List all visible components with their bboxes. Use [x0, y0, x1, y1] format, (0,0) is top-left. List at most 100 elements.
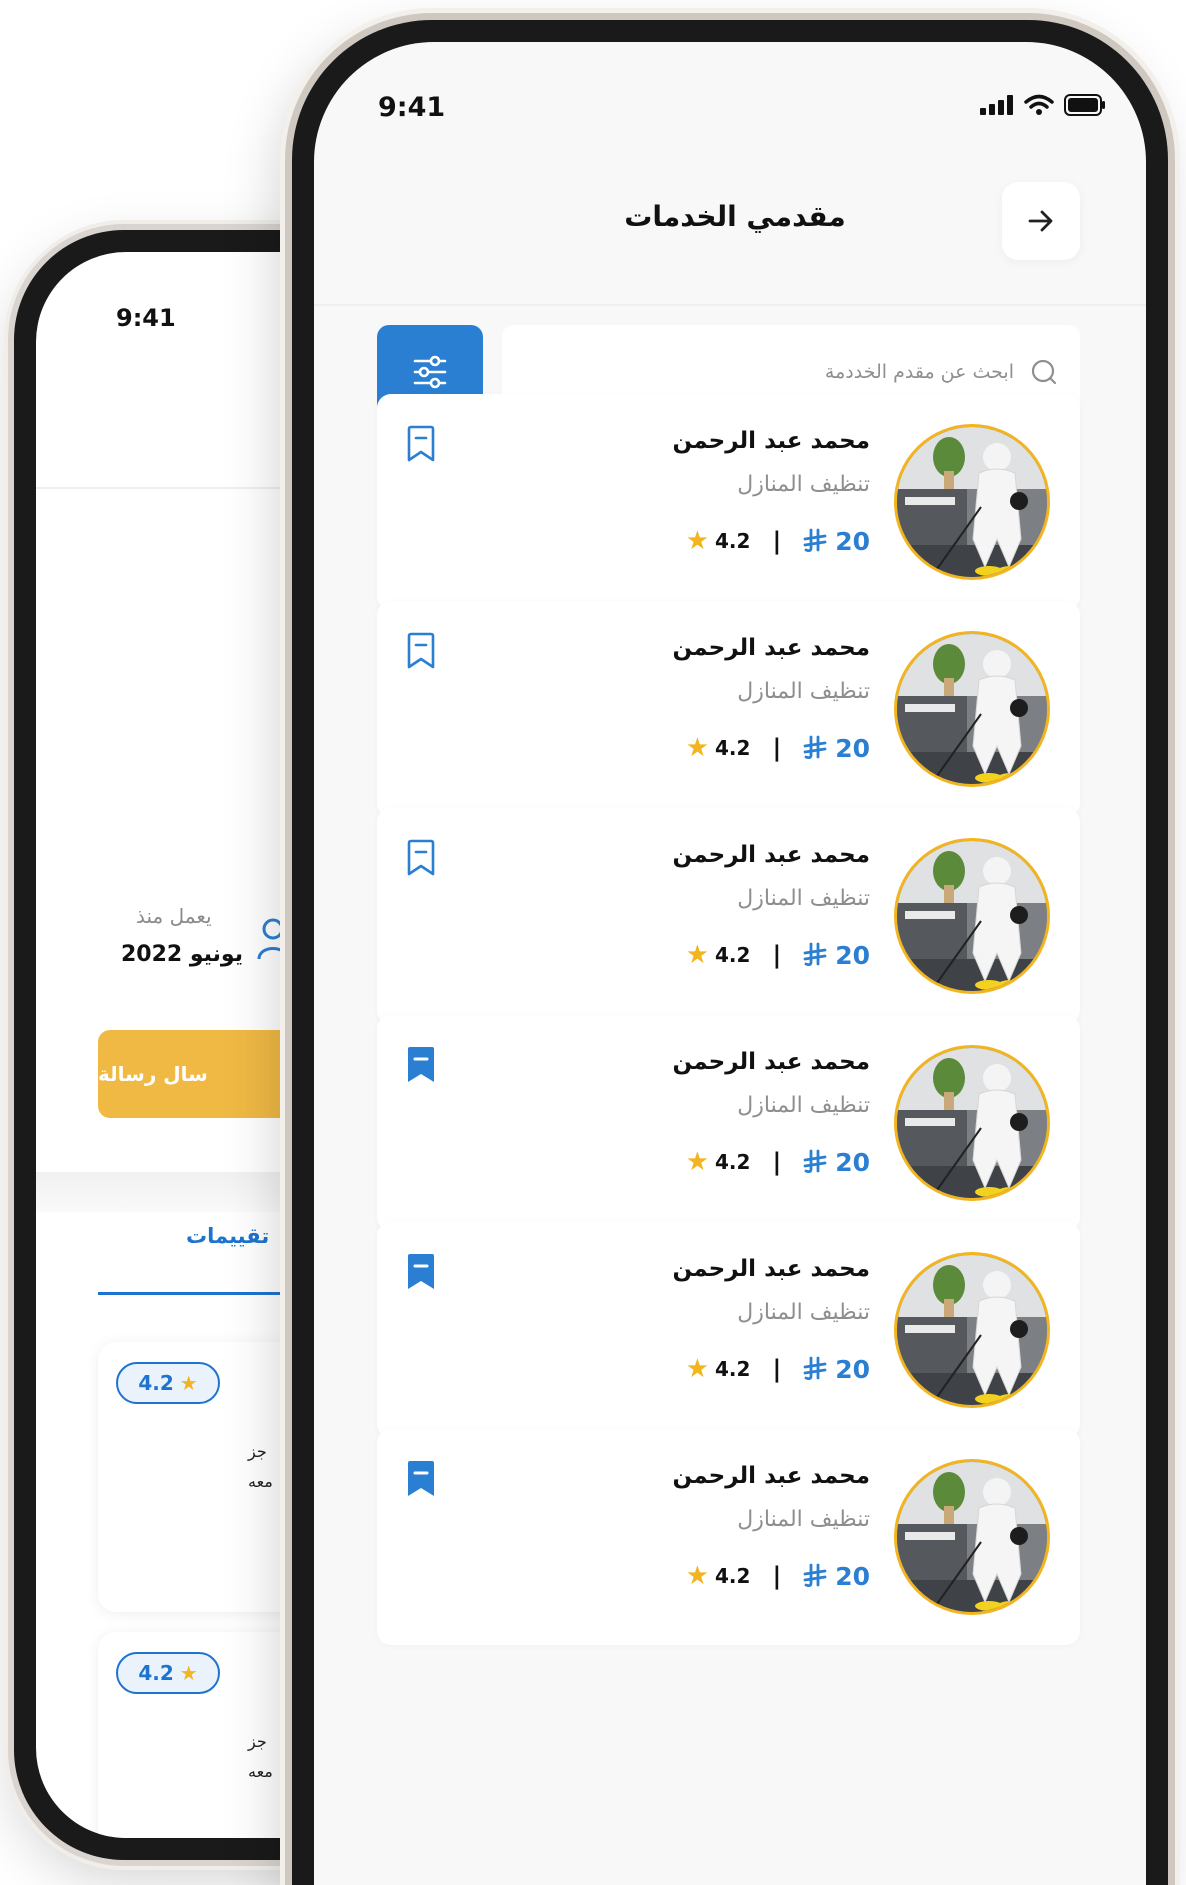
provider-photo — [897, 427, 1047, 577]
star-icon: ★ — [179, 1371, 198, 1395]
provider-rating: ★ 4.2 — [686, 1561, 751, 1591]
price-value: 20 — [835, 1147, 870, 1177]
provider-price: 20 — [803, 1148, 870, 1177]
provider-photo — [897, 1255, 1047, 1405]
status-icons — [980, 94, 1106, 116]
review-rating-badge: 4.2 ★ — [116, 1652, 220, 1694]
working-since-value: يونيو 2022 — [121, 942, 243, 967]
provider-name: محمد عبد الرحمن — [672, 1049, 870, 1075]
wifi-icon — [1024, 94, 1054, 115]
filter-sliders-icon — [413, 355, 447, 389]
provider-photo — [897, 1048, 1047, 1198]
provider-rating: ★ 4.2 — [686, 1147, 751, 1177]
front-phone-screen: 9:41 مقدمي الخدمات ابحث عن مقدم الخددمة … — [314, 42, 1146, 1885]
bookmark-icon[interactable] — [403, 1045, 439, 1085]
review-text-line: معه — [248, 1762, 273, 1781]
riyal-icon — [803, 1356, 827, 1381]
provider-meta: ★ 4.2 | 20 — [686, 733, 870, 763]
front-phone-frame: 9:41 مقدمي الخدمات ابحث عن مقدم الخددمة … — [292, 20, 1168, 1885]
provider-card[interactable]: محمد عبد الرحمن تنظيف المنازل ★ 4.2 | 20 — [377, 1015, 1080, 1231]
provider-photo — [897, 634, 1047, 784]
review-rating-badge: 4.2 ★ — [116, 1362, 220, 1404]
provider-card[interactable]: محمد عبد الرحمن تنظيف المنازل ★ 4.2 | 20 — [377, 394, 1080, 610]
riyal-icon — [803, 1563, 827, 1588]
provider-rating: ★ 4.2 — [686, 733, 751, 763]
provider-price: 20 — [803, 734, 870, 763]
rating-value: 4.2 — [715, 529, 751, 553]
user-icon — [257, 918, 289, 960]
review-text-line: جز — [248, 1732, 267, 1751]
review-text-line: جز — [248, 1442, 267, 1461]
provider-price: 20 — [803, 941, 870, 970]
review-rating-value: 4.2 — [138, 1371, 174, 1395]
riyal-icon — [803, 528, 827, 553]
star-icon: ★ — [685, 733, 709, 763]
search-input[interactable] — [514, 361, 1014, 383]
star-icon: ★ — [685, 1354, 709, 1384]
provider-meta: ★ 4.2 | 20 — [686, 1354, 870, 1384]
provider-name: محمد عبد الرحمن — [672, 1463, 870, 1489]
provider-price: 20 — [803, 1562, 870, 1591]
riyal-icon — [803, 1149, 827, 1174]
provider-avatar — [894, 1252, 1050, 1408]
provider-service: تنظيف المنازل — [737, 472, 870, 497]
provider-name: محمد عبد الرحمن — [672, 428, 870, 454]
provider-avatar — [894, 1045, 1050, 1201]
working-since-label: يعمل منذ — [136, 904, 212, 928]
bookmark-icon[interactable] — [403, 1459, 439, 1499]
provider-rating: ★ 4.2 — [686, 1354, 751, 1384]
provider-card[interactable]: محمد عبد الرحمن تنظيف المنازل ★ 4.2 | 20 — [377, 808, 1080, 1024]
provider-card[interactable]: محمد عبد الرحمن تنظيف المنازل ★ 4.2 | 20 — [377, 601, 1080, 817]
provider-avatar — [894, 838, 1050, 994]
meta-separator: | — [772, 1355, 782, 1383]
star-icon: ★ — [179, 1661, 198, 1685]
provider-service: تنظيف المنازل — [737, 886, 870, 911]
rating-value: 4.2 — [715, 736, 751, 760]
provider-photo — [897, 1462, 1047, 1612]
price-value: 20 — [835, 1354, 870, 1384]
provider-service: تنظيف المنازل — [737, 1093, 870, 1118]
provider-service: تنظيف المنازل — [737, 679, 870, 704]
page-title: مقدمي الخدمات — [624, 200, 846, 233]
riyal-icon — [803, 735, 827, 760]
tab-reviews[interactable]: تقييمات — [186, 1224, 269, 1248]
provider-meta: ★ 4.2 | 20 — [686, 1147, 870, 1177]
provider-meta: ★ 4.2 | 20 — [686, 526, 870, 556]
review-rating-value: 4.2 — [138, 1661, 174, 1685]
provider-price: 20 — [803, 527, 870, 556]
meta-separator: | — [772, 941, 782, 969]
star-icon: ★ — [685, 1147, 709, 1177]
status-time: 9:41 — [378, 92, 446, 123]
bookmark-icon[interactable] — [403, 1252, 439, 1292]
provider-price: 20 — [803, 1355, 870, 1384]
bookmark-icon[interactable] — [403, 838, 439, 878]
meta-separator: | — [772, 734, 782, 762]
meta-separator: | — [772, 1562, 782, 1590]
riyal-icon — [803, 942, 827, 967]
provider-rating: ★ 4.2 — [686, 940, 751, 970]
header-divider — [314, 304, 1146, 306]
tab-reviews-indicator — [98, 1292, 318, 1295]
bookmark-icon[interactable] — [403, 631, 439, 671]
battery-icon — [1064, 94, 1105, 116]
provider-meta: ★ 4.2 | 20 — [686, 940, 870, 970]
rating-value: 4.2 — [715, 1564, 751, 1588]
provider-card[interactable]: محمد عبد الرحمن تنظيف المنازل ★ 4.2 | 20 — [377, 1429, 1080, 1645]
provider-avatar — [894, 424, 1050, 580]
meta-separator: | — [772, 1148, 782, 1176]
rating-value: 4.2 — [715, 1357, 751, 1381]
meta-separator: | — [772, 527, 782, 555]
price-value: 20 — [835, 526, 870, 556]
provider-service: تنظيف المنازل — [737, 1507, 870, 1532]
provider-photo — [897, 841, 1047, 991]
provider-card[interactable]: محمد عبد الرحمن تنظيف المنازل ★ 4.2 | 20 — [377, 1222, 1080, 1438]
review-text-line: معه — [248, 1472, 273, 1491]
price-value: 20 — [835, 733, 870, 763]
bookmark-icon[interactable] — [403, 424, 439, 464]
star-icon: ★ — [685, 940, 709, 970]
provider-name: محمد عبد الرحمن — [672, 635, 870, 661]
price-value: 20 — [835, 1561, 870, 1591]
provider-avatar — [894, 631, 1050, 787]
back-status-time: 9:41 — [116, 304, 176, 332]
rating-value: 4.2 — [715, 1150, 751, 1174]
